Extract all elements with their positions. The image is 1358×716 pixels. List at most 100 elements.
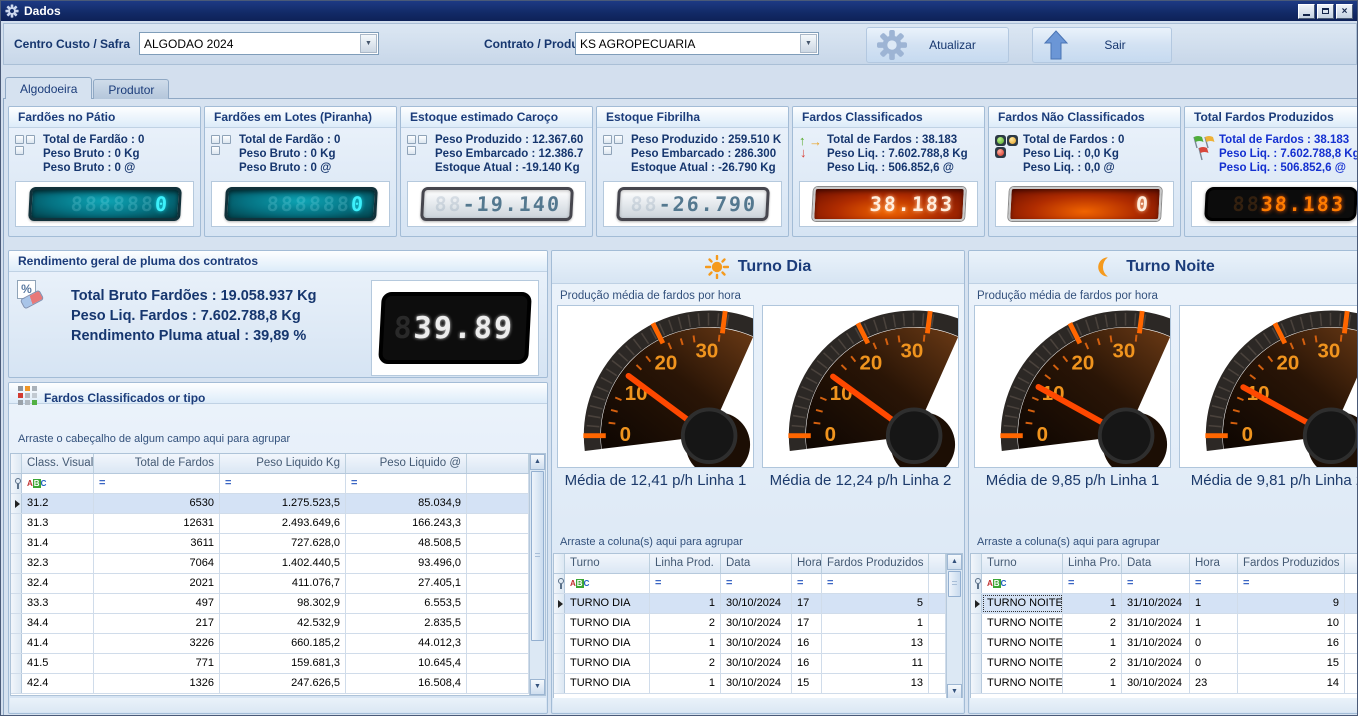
table-row[interactable]: TURNO DIA230/10/2024171: [554, 614, 946, 634]
cell[interactable]: 14: [1238, 674, 1345, 693]
cell[interactable]: 660.185,2: [220, 634, 346, 653]
cell[interactable]: 166.243,3: [346, 514, 467, 533]
cell[interactable]: 44.012,3: [346, 634, 467, 653]
table-row[interactable]: TURNO NOITE231/10/2024110: [971, 614, 1358, 634]
table-row[interactable]: TURNO NOITE131/10/2024016: [971, 634, 1358, 654]
cell[interactable]: 727.628,0: [220, 534, 346, 553]
equals-filter-icon[interactable]: =: [726, 577, 732, 589]
abc-filter-icon[interactable]: ABC: [27, 479, 46, 488]
column-header[interactable]: Hora: [792, 554, 822, 573]
cell[interactable]: 12631: [94, 514, 220, 533]
cell[interactable]: 13: [822, 634, 929, 653]
table-row[interactable]: TURNO NOITE131/10/202419: [971, 594, 1358, 614]
cell[interactable]: 1: [822, 614, 929, 633]
cell[interactable]: 6530: [94, 494, 220, 513]
equals-filter-icon[interactable]: =: [1127, 577, 1133, 589]
table-row[interactable]: TURNO DIA130/10/2024175: [554, 594, 946, 614]
table-row[interactable]: 33.349798.302,96.553,5: [11, 594, 529, 614]
cell[interactable]: 1.402.440,5: [220, 554, 346, 573]
cell[interactable]: 30/10/2024: [721, 654, 792, 673]
column-header[interactable]: Data: [1122, 554, 1190, 573]
contrato-produtor-combobox[interactable]: KS AGROPECUARIA ▼: [575, 32, 819, 55]
cell[interactable]: 30/10/2024: [721, 594, 792, 613]
window-close-button[interactable]: ×: [1336, 4, 1353, 19]
filter-pin-icon[interactable]: [558, 578, 564, 584]
equals-filter-icon[interactable]: =: [1243, 577, 1249, 589]
equals-filter-icon[interactable]: =: [351, 477, 357, 489]
cell[interactable]: 2: [650, 614, 721, 633]
column-header[interactable]: Fardos Produzidos: [1238, 554, 1345, 573]
window-minimize-button[interactable]: [1298, 4, 1315, 19]
cell[interactable]: 42.532,9: [220, 614, 346, 633]
cell[interactable]: 42.4: [22, 674, 94, 693]
scroll-up-icon[interactable]: ▲: [947, 554, 962, 570]
column-header[interactable]: Linha Prod.: [650, 554, 721, 573]
table-row[interactable]: TURNO DIA130/10/20241513: [554, 674, 946, 694]
cell[interactable]: 1.275.523,5: [220, 494, 346, 513]
tab-produtor[interactable]: Produtor: [93, 79, 169, 99]
equals-filter-icon[interactable]: =: [225, 477, 231, 489]
filter-pin-icon[interactable]: [15, 478, 21, 484]
cell[interactable]: TURNO NOITE: [982, 674, 1063, 693]
cell[interactable]: 1326: [94, 674, 220, 693]
filter-pin-icon[interactable]: [975, 578, 981, 584]
cell[interactable]: 0: [1190, 634, 1238, 653]
equals-filter-icon[interactable]: =: [827, 577, 833, 589]
table-row[interactable]: 41.43226660.185,244.012,3: [11, 634, 529, 654]
cell[interactable]: 7064: [94, 554, 220, 573]
column-header[interactable]: Turno: [982, 554, 1063, 573]
column-header[interactable]: Peso Liquido Kg: [220, 454, 346, 473]
table-row[interactable]: 41.5771159.681,310.645,4: [11, 654, 529, 674]
cell[interactable]: 6.553,5: [346, 594, 467, 613]
cell[interactable]: 17: [792, 594, 822, 613]
centro-custo-dropdown-icon[interactable]: ▼: [360, 34, 377, 53]
scroll-up-icon[interactable]: ▲: [530, 454, 545, 470]
table-row[interactable]: TURNO NOITE130/10/20242314: [971, 674, 1358, 694]
centro-custo-combobox[interactable]: ALGODAO 2024 ▼: [139, 32, 379, 55]
cell[interactable]: 31/10/2024: [1122, 614, 1190, 633]
cell[interactable]: TURNO DIA: [565, 614, 650, 633]
equals-filter-icon[interactable]: =: [1068, 577, 1074, 589]
cell[interactable]: 2: [1063, 654, 1122, 673]
cell[interactable]: 1: [650, 634, 721, 653]
cell[interactable]: 159.681,3: [220, 654, 346, 673]
cell[interactable]: 247.626,5: [220, 674, 346, 693]
column-header[interactable]: Fardos Produzidos: [822, 554, 929, 573]
column-header[interactable]: Total de Fardos: [94, 454, 220, 473]
cell[interactable]: 10.645,4: [346, 654, 467, 673]
cell[interactable]: 98.302,9: [220, 594, 346, 613]
cell[interactable]: 2: [650, 654, 721, 673]
cell[interactable]: 2.835,5: [346, 614, 467, 633]
cell[interactable]: 31.3: [22, 514, 94, 533]
column-header[interactable]: Turno: [565, 554, 650, 573]
scroll-thumb[interactable]: [531, 471, 544, 641]
cell[interactable]: TURNO DIA: [565, 674, 650, 693]
cell[interactable]: 1: [1063, 634, 1122, 653]
scroll-down-icon[interactable]: ▼: [530, 679, 545, 695]
table-row[interactable]: 31.265301.275.523,585.034,9: [11, 494, 529, 514]
cell[interactable]: TURNO NOITE: [982, 614, 1063, 633]
abc-filter-icon[interactable]: ABC: [987, 579, 1006, 588]
cell[interactable]: 41.4: [22, 634, 94, 653]
cell[interactable]: 16: [1238, 634, 1345, 653]
cell[interactable]: 1: [1063, 594, 1122, 613]
cell[interactable]: 31/10/2024: [1122, 654, 1190, 673]
cell[interactable]: 217: [94, 614, 220, 633]
cell[interactable]: TURNO DIA: [565, 634, 650, 653]
cell[interactable]: TURNO NOITE: [982, 594, 1063, 613]
equals-filter-icon[interactable]: =: [99, 477, 105, 489]
atualizar-button[interactable]: Atualizar: [866, 27, 1009, 63]
cell[interactable]: 17: [792, 614, 822, 633]
column-header[interactable]: Peso Liquido @: [346, 454, 467, 473]
table-row[interactable]: 32.370641.402.440,593.496,0: [11, 554, 529, 574]
contrato-produtor-dropdown-icon[interactable]: ▼: [800, 34, 817, 53]
cell[interactable]: 32.4: [22, 574, 94, 593]
cell[interactable]: 30/10/2024: [721, 614, 792, 633]
cell[interactable]: 32.3: [22, 554, 94, 573]
cell[interactable]: 30/10/2024: [1122, 674, 1190, 693]
cell[interactable]: 33.3: [22, 594, 94, 613]
cell[interactable]: 10: [1238, 614, 1345, 633]
cell[interactable]: 771: [94, 654, 220, 673]
vertical-scrollbar[interactable]: ▲▼: [946, 554, 962, 700]
column-header[interactable]: Class. Visual: [22, 454, 94, 473]
